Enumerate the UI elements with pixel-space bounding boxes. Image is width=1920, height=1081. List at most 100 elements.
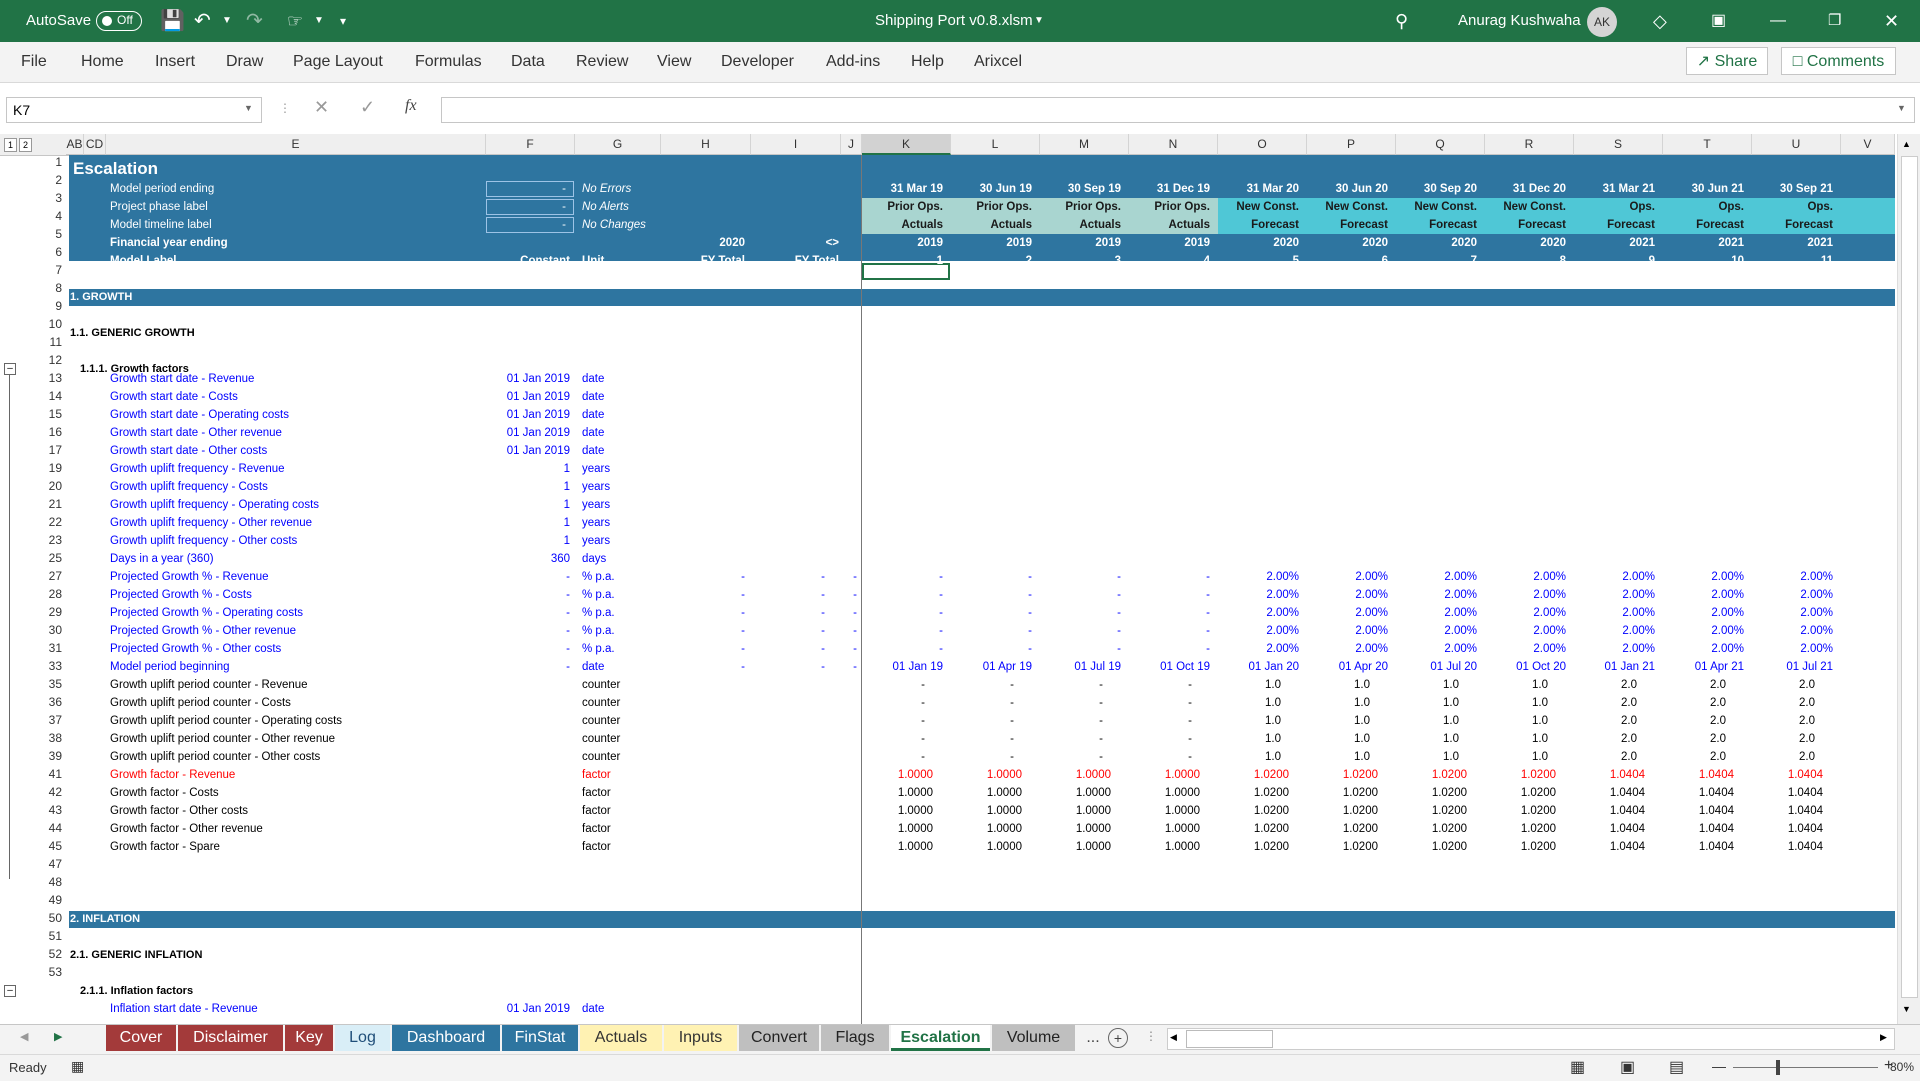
uplift-counter-cell[interactable]: 2.0	[1663, 677, 1726, 694]
uplift-counter-cell[interactable]: 2.0	[1663, 749, 1726, 766]
growth-factor-cell[interactable]: 1.0404	[1663, 803, 1734, 820]
enter-icon[interactable]: ✓	[360, 97, 375, 118]
sheet-tab-cover[interactable]: Cover	[106, 1025, 176, 1051]
user-name[interactable]: Anurag Kushwaha	[1458, 0, 1581, 42]
col-header-p[interactable]: P	[1307, 134, 1396, 155]
more-options-icon[interactable]: ⋮	[279, 101, 291, 115]
uplift-counter-cell[interactable]: 1.0	[1485, 695, 1548, 712]
growth-factor-cell[interactable]: 1.0000	[951, 821, 1022, 838]
uplift-frequency-value[interactable]: 1	[486, 461, 570, 478]
row-number[interactable]: 21	[28, 497, 62, 511]
name-box-dropdown-icon[interactable]: ▼	[244, 103, 253, 113]
row-number[interactable]: 9	[28, 299, 62, 313]
growth-factor-cell[interactable]: 1.0000	[1040, 785, 1111, 802]
growth-factor-cell[interactable]: 1.0000	[1040, 803, 1111, 820]
menu-page-layout[interactable]: Page Layout	[293, 42, 383, 82]
growth-factor-cell[interactable]: 1.0200	[1218, 839, 1289, 856]
row-number[interactable]: 3	[28, 191, 62, 205]
growth-start-value[interactable]: 01 Jan 2019	[486, 389, 570, 406]
col-header-q[interactable]: Q	[1396, 134, 1485, 155]
col-header-j[interactable]: J	[841, 134, 862, 155]
growth-factor-cell[interactable]: 1.0200	[1307, 803, 1378, 820]
projected-growth-cell[interactable]: 2.00%	[1663, 587, 1744, 604]
menu-formulas[interactable]: Formulas	[415, 42, 482, 82]
projected-growth-cell[interactable]: -	[1129, 569, 1210, 586]
growth-factor-cell[interactable]: 1.0000	[1129, 767, 1200, 784]
col-header-v[interactable]: V	[1841, 134, 1895, 155]
uplift-frequency-value[interactable]: 1	[486, 479, 570, 496]
growth-factor-cell[interactable]: 1.0000	[862, 803, 933, 820]
col-header-k[interactable]: K	[862, 134, 951, 155]
menu-home[interactable]: Home	[81, 42, 124, 82]
growth-factor-cell[interactable]: 1.0404	[1752, 839, 1823, 856]
tab-divider-icon[interactable]: ⋮	[1145, 1029, 1157, 1043]
uplift-counter-cell[interactable]: -	[951, 695, 1014, 712]
uplift-counter-cell[interactable]: 1.0	[1218, 695, 1281, 712]
uplift-counter-cell[interactable]: 1.0	[1218, 677, 1281, 694]
period-beginning-cell[interactable]: 01 Jan 21	[1574, 659, 1655, 676]
projected-growth-cell[interactable]: 2.00%	[1663, 605, 1744, 622]
growth-factor-cell[interactable]: 1.0000	[1040, 821, 1111, 838]
touch-mode-icon[interactable]: ☞	[287, 0, 303, 42]
projected-growth-cell[interactable]: 2.00%	[1396, 623, 1477, 640]
uplift-counter-cell[interactable]: -	[951, 677, 1014, 694]
search-icon[interactable]: ⚲	[1395, 0, 1408, 42]
period-beginning-cell[interactable]: 01 Apr 21	[1663, 659, 1744, 676]
projected-growth-cell[interactable]: 2.00%	[1396, 587, 1477, 604]
uplift-counter-cell[interactable]: -	[1129, 731, 1192, 748]
menu-help[interactable]: Help	[911, 42, 944, 82]
row-number[interactable]: 48	[28, 875, 62, 889]
col-header-o[interactable]: O	[1218, 134, 1307, 155]
tab-scroll-right-icon[interactable]: ▶	[54, 1030, 62, 1043]
sheet-tab-escalation[interactable]: Escalation	[891, 1025, 990, 1051]
row-number[interactable]: 29	[28, 605, 62, 619]
growth-factor-cell[interactable]: 1.0404	[1574, 803, 1645, 820]
projected-growth-cell[interactable]: 2.00%	[1218, 623, 1299, 640]
growth-factor-cell[interactable]: 1.0000	[862, 821, 933, 838]
projected-growth-cell[interactable]: -	[951, 605, 1032, 622]
row-number[interactable]: 25	[28, 551, 62, 565]
vertical-scroll-thumb[interactable]	[1901, 156, 1918, 998]
uplift-counter-cell[interactable]: -	[1129, 713, 1192, 730]
projected-growth-cell[interactable]: -	[951, 641, 1032, 658]
sheet-tab-key[interactable]: Key	[285, 1025, 333, 1051]
projected-growth-cell[interactable]: -	[862, 641, 943, 658]
row-number[interactable]: 50	[28, 911, 62, 925]
projected-growth-cell[interactable]: -	[1040, 587, 1121, 604]
row-number[interactable]: 23	[28, 533, 62, 547]
col-header-r[interactable]: R	[1485, 134, 1574, 155]
projected-growth-cell[interactable]: 2.00%	[1307, 605, 1388, 622]
row-number[interactable]: 15	[28, 407, 62, 421]
col-header-ab[interactable]: AB	[66, 134, 84, 155]
col-header-g[interactable]: G	[575, 134, 661, 155]
projected-growth-cell[interactable]: 2.00%	[1485, 623, 1566, 640]
uplift-counter-cell[interactable]: -	[1129, 677, 1192, 694]
uplift-frequency-value[interactable]: 1	[486, 515, 570, 532]
minimize-icon[interactable]: —	[1770, 0, 1786, 42]
projected-growth-cell[interactable]: -	[1129, 623, 1210, 640]
growth-factor-cell[interactable]: 1.0200	[1396, 803, 1467, 820]
zoom-level[interactable]: 80%	[1890, 1060, 1914, 1074]
row-number[interactable]: 38	[28, 731, 62, 745]
restore-icon[interactable]: ❐	[1828, 0, 1841, 42]
projected-growth-cell[interactable]: -	[1129, 641, 1210, 658]
outline-level-2[interactable]: 2	[19, 138, 32, 152]
uplift-counter-cell[interactable]: 2.0	[1752, 731, 1815, 748]
sheet-tab-finstat[interactable]: FinStat	[502, 1025, 578, 1051]
projected-growth-cell[interactable]: 2.00%	[1396, 641, 1477, 658]
uplift-counter-cell[interactable]: 2.0	[1752, 749, 1815, 766]
projected-growth-cell[interactable]: 2.00%	[1396, 569, 1477, 586]
row-number[interactable]: 22	[28, 515, 62, 529]
col-header-i[interactable]: I	[751, 134, 841, 155]
growth-factor-cell[interactable]: 1.0404	[1574, 839, 1645, 856]
collapse-group-button[interactable]: –	[4, 363, 16, 375]
customize-toolbar-icon[interactable]: ▾	[340, 0, 346, 42]
projected-growth-cell[interactable]: -	[1040, 623, 1121, 640]
growth-factor-cell[interactable]: 1.0200	[1218, 767, 1289, 784]
uplift-counter-cell[interactable]: 2.0	[1752, 695, 1815, 712]
col-header-h[interactable]: H	[661, 134, 751, 155]
row-number[interactable]: 2	[28, 173, 62, 187]
growth-factor-cell[interactable]: 1.0200	[1485, 839, 1556, 856]
row-number[interactable]: 39	[28, 749, 62, 763]
row-number[interactable]: 6	[28, 245, 62, 259]
